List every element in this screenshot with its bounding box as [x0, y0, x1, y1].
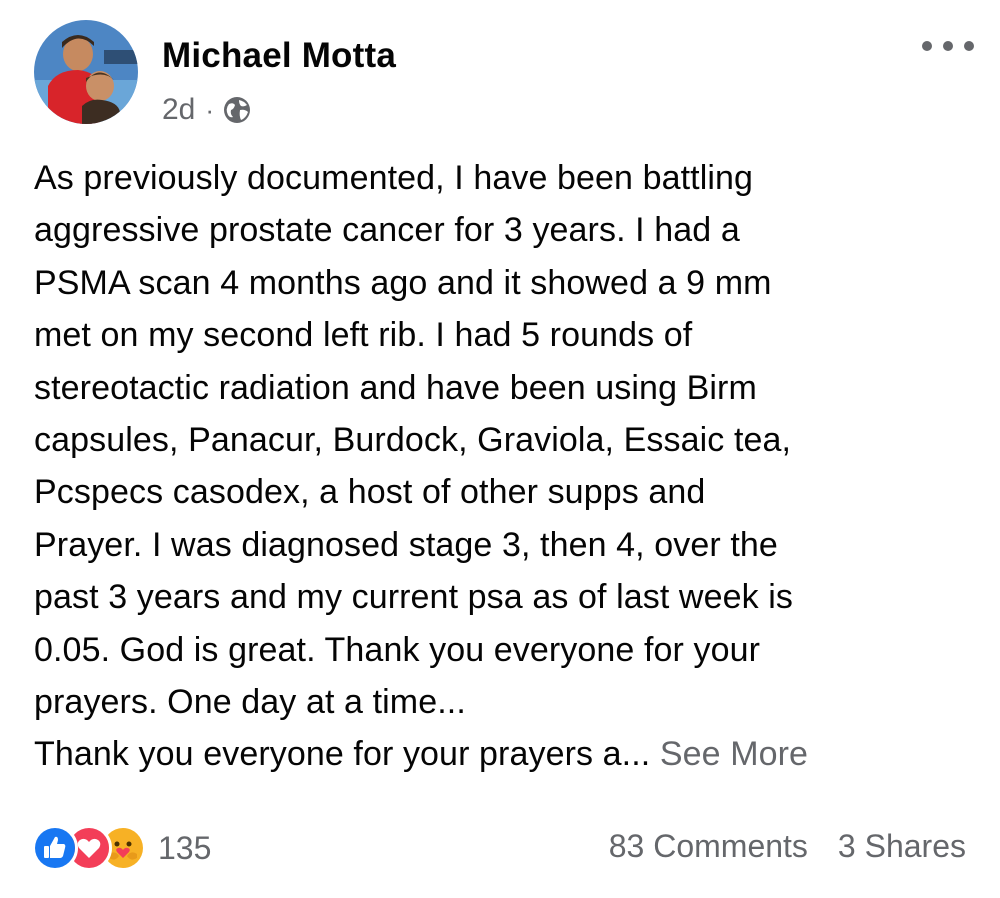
author-avatar[interactable]: [34, 20, 138, 124]
more-options-dot: [964, 41, 974, 51]
reactions-summary[interactable]: 135: [32, 822, 211, 874]
facebook-post: Michael Motta 2d · As previously documen…: [0, 0, 1000, 898]
more-options-dot: [943, 41, 953, 51]
reaction-count: 135: [158, 829, 212, 866]
post-text-line: stereotactic radiation and have been usi…: [34, 368, 757, 407]
post-text-line: As previously documented, I have been ba…: [34, 159, 754, 197]
post-text-line: capsules, Panacur, Burdock, Graviola, Es…: [34, 421, 792, 460]
globe-icon[interactable]: [222, 95, 252, 125]
post-text-line: met on my second left rib. I had 5 round…: [34, 316, 693, 355]
author-name[interactable]: Michael Motta: [162, 36, 396, 76]
post-meta: 2d ·: [162, 92, 252, 128]
post-text-line: Thank you everyone for your prayers a...: [34, 735, 651, 774]
more-options-button[interactable]: [922, 30, 974, 62]
post-text-line: prayers. One day at a time...: [34, 683, 466, 722]
more-options-dot: [922, 41, 932, 51]
post-text-last-line: Thank you everyone for your prayers a...…: [34, 728, 974, 780]
shares-count-link[interactable]: 3 Shares: [838, 828, 966, 865]
post-text-line: Prayer. I was diagnosed stage 3, then 4,…: [34, 525, 778, 564]
like-icon: [32, 825, 78, 871]
engagement-stats: 83 Comments 3 Shares: [609, 828, 966, 865]
comments-count-link[interactable]: 83 Comments: [609, 828, 808, 865]
post-text-line: 0.05. God is great. Thank you everyone f…: [34, 630, 761, 669]
post-text-line: PSMA scan 4 months ago and it showed a 9…: [34, 263, 772, 302]
timestamp[interactable]: 2d: [162, 93, 195, 127]
see-more-link[interactable]: See More: [660, 735, 808, 773]
post-text-line: aggressive prostate cancer for 3 years. …: [34, 211, 740, 250]
meta-separator: ·: [205, 94, 215, 125]
post-text-line: Pcspecs casodex, a host of other supps a…: [34, 473, 706, 512]
post-text-line: past 3 years and my current psa as of la…: [34, 578, 794, 617]
post-body: As previously documented, I have been ba…: [34, 152, 974, 781]
